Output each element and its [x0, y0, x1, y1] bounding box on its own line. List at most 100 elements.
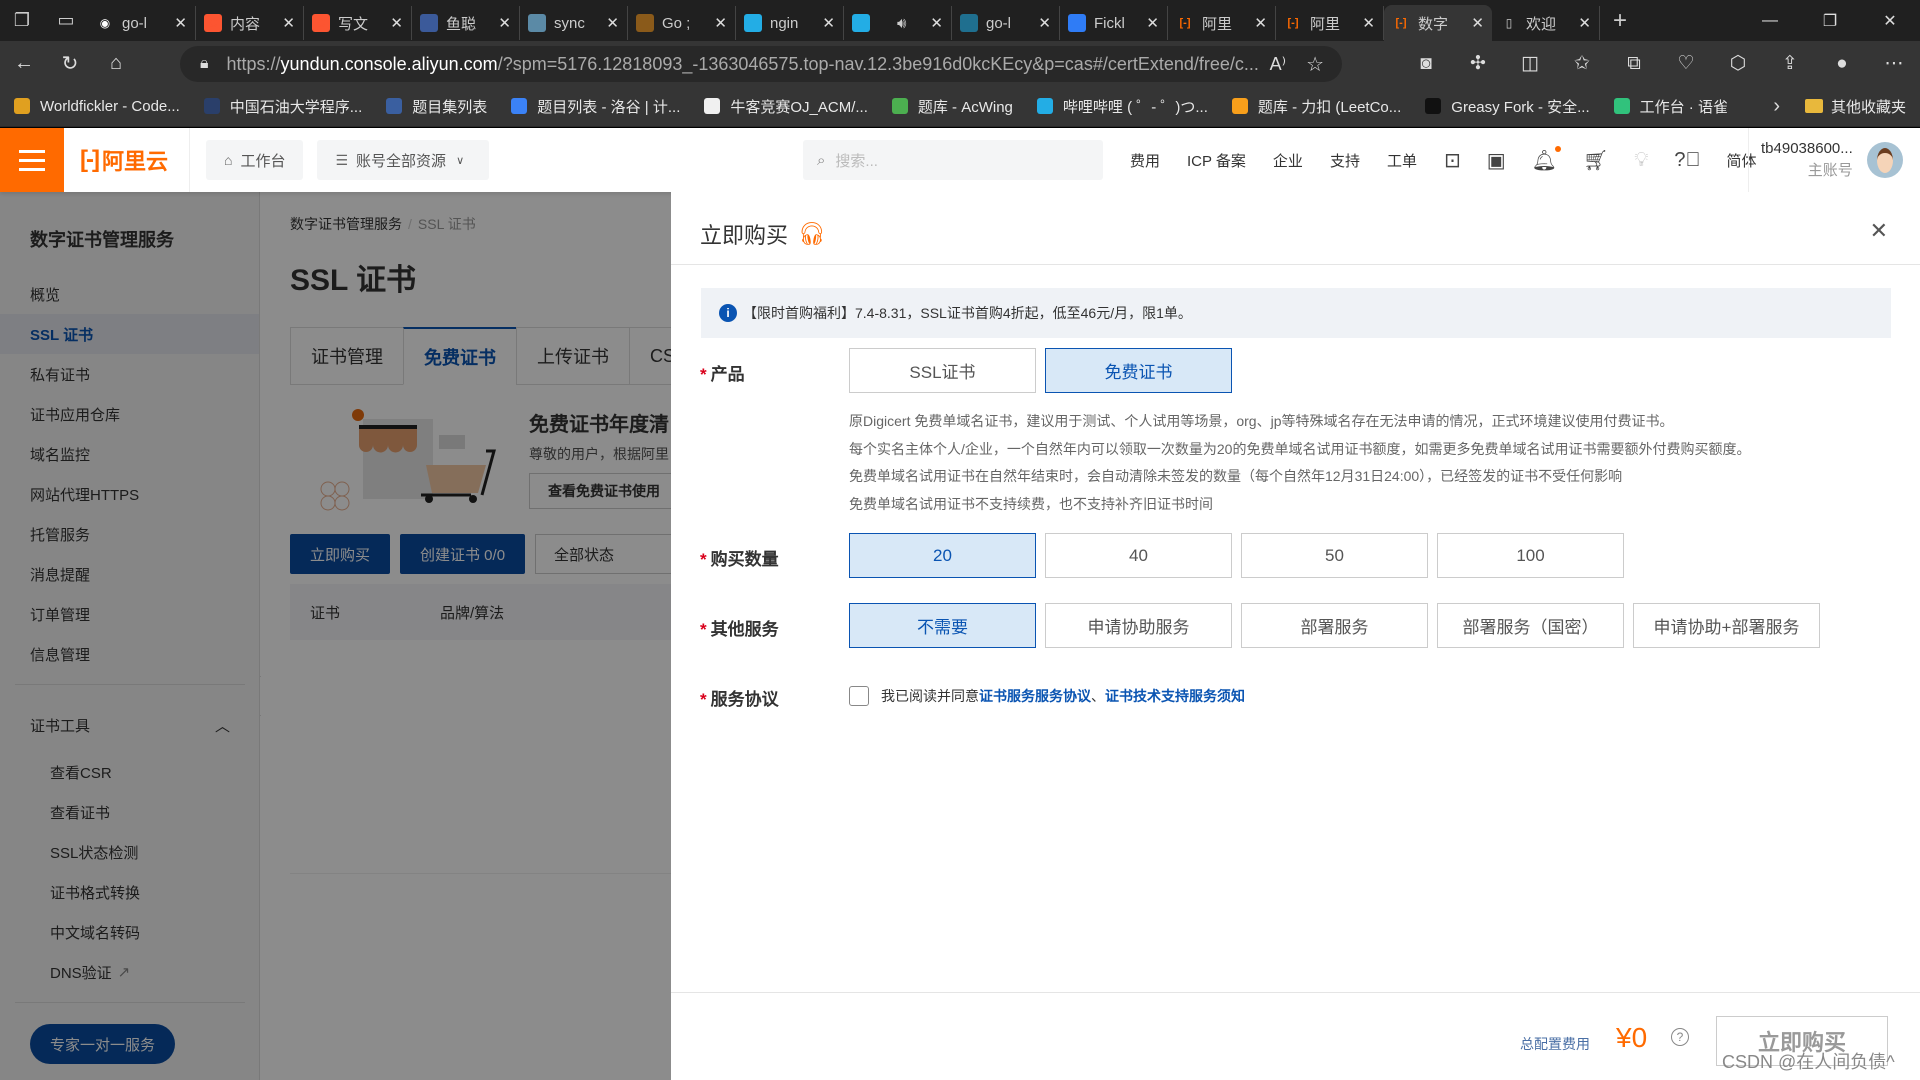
product-option[interactable]: 免费证书	[1045, 348, 1232, 393]
tab-close-icon[interactable]: ✕	[1362, 14, 1375, 32]
tab-close-icon[interactable]: ✕	[714, 14, 727, 32]
cert-service-agreement-link[interactable]: 证书服务服务协议	[979, 686, 1091, 706]
workbench-button[interactable]: ⌂ 工作台	[206, 140, 304, 180]
browser-tab[interactable]: [-] 数字 ✕	[1384, 5, 1492, 41]
headset-support-icon[interactable]: 🎧︎	[798, 221, 826, 247]
tab-close-icon[interactable]: ✕	[1578, 14, 1591, 32]
bookmark-item[interactable]: 题库 - 力扣 (LeetCo...	[1231, 96, 1401, 117]
bookmark-item[interactable]: 牛客竞赛OJ_ACM/...	[704, 96, 868, 117]
split-screen-icon[interactable]: ◫	[1504, 52, 1556, 75]
share-icon[interactable]: ⇪	[1764, 52, 1816, 75]
browser-tab[interactable]: C 写文 ✕	[304, 6, 412, 40]
browser-tab[interactable]: 🔊︎ ✕	[844, 6, 952, 40]
bookmark-item[interactable]: 中国石油大学程序...	[203, 96, 362, 117]
tab-close-icon[interactable]: ✕	[498, 14, 511, 32]
nav-icp[interactable]: ICP 备案	[1187, 150, 1246, 171]
nav-support[interactable]: 支持	[1330, 150, 1360, 171]
service-option[interactable]: 不需要	[849, 603, 1036, 648]
quantity-option[interactable]: 50	[1241, 533, 1428, 578]
service-option[interactable]: 部署服务（国密）	[1437, 603, 1624, 648]
service-option[interactable]: 部署服务	[1241, 603, 1428, 648]
watermark: CSDN @在人间负债^	[1722, 1052, 1895, 1072]
search-input[interactable]: ⌕ 搜索...	[803, 140, 1103, 180]
workspaces-icon[interactable]: ❐	[0, 0, 44, 41]
restore-button[interactable]: ❐	[1800, 0, 1860, 41]
tab-close-icon[interactable]: ✕	[1254, 14, 1267, 32]
nav-enterprise[interactable]: 企业	[1273, 150, 1303, 171]
bell-icon[interactable]: 🔔︎	[1532, 145, 1562, 173]
extensions-puzzle-icon[interactable]: ✣	[1452, 52, 1504, 75]
avatar[interactable]	[1866, 142, 1903, 178]
browser-tab[interactable]: sync ✕	[520, 6, 628, 40]
refresh-icon[interactable]: ↻	[48, 51, 92, 76]
tab-close-icon[interactable]: ✕	[1146, 14, 1159, 32]
resources-dropdown[interactable]: ☰ 账号全部资源 ∨	[317, 140, 490, 180]
tab-close-icon[interactable]: ✕	[174, 14, 187, 32]
favorites-icon[interactable]: ✩	[1556, 52, 1608, 75]
extension-icon[interactable]: ◙	[1400, 53, 1452, 75]
nav-tickets[interactable]: 工单	[1387, 150, 1417, 171]
browser-tab[interactable]: C 内容 ✕	[196, 6, 304, 40]
tab-close-icon[interactable]: ✕	[1038, 14, 1051, 32]
service-option[interactable]: 申请协助服务	[1045, 603, 1232, 648]
quantity-option[interactable]: 40	[1045, 533, 1232, 578]
bookmark-item[interactable]: 哔哩哔哩 ( ゜- ゜)つ...	[1036, 96, 1208, 117]
bookmark-item[interactable]: Greasy Fork - 安全...	[1425, 96, 1590, 117]
other-bookmarks[interactable]: 其他收藏夹	[1804, 96, 1906, 117]
bookmark-item[interactable]: 工作台 · 语雀	[1613, 96, 1728, 117]
minimize-button[interactable]: —	[1740, 0, 1800, 41]
browser-tab[interactable]: ngin ✕	[736, 6, 844, 40]
browser-tab[interactable]: ▯ 欢迎 ✕	[1492, 6, 1600, 40]
aliyun-logo[interactable]: [-] 阿里云	[80, 128, 190, 192]
tech-support-notice-link[interactable]: 证书技术支持服务须知	[1105, 686, 1245, 706]
nav-fees[interactable]: 费用	[1130, 150, 1160, 171]
service-option[interactable]: 申请协助+部署服务	[1633, 603, 1820, 648]
help-circle-icon[interactable]: ?	[1671, 1028, 1689, 1046]
bookmark-item[interactable]: Worldfickler - Code...	[14, 98, 180, 115]
bookmarks-overflow-chevron-icon[interactable]: ›	[1773, 95, 1780, 118]
help-icon[interactable]: ?⃝	[1674, 149, 1700, 172]
url-bar[interactable]: 🔒︎ https://yundun.console.aliyun.com/?sp…	[180, 46, 1342, 82]
terminal-icon[interactable]: ▣	[1487, 148, 1506, 173]
tab-close-icon[interactable]: ✕	[606, 14, 619, 32]
read-aloud-icon[interactable]: A⁾	[1270, 54, 1286, 75]
close-window-button[interactable]: ✕	[1860, 0, 1920, 41]
lightbulb-icon[interactable]: 💡︎	[1634, 149, 1648, 172]
browser-tab[interactable]: [-] 阿里 ✕	[1276, 6, 1384, 40]
tab-close-icon[interactable]: ✕	[930, 14, 943, 32]
security-icon[interactable]: ⬡	[1712, 52, 1764, 75]
home-icon[interactable]: ⌂	[94, 52, 138, 75]
browser-tab[interactable]: Go ; ✕	[628, 6, 736, 40]
tab-title: Go ;	[662, 14, 691, 32]
favorite-star-icon[interactable]: ☆	[1306, 52, 1324, 77]
browser-essentials-icon[interactable]: ♡	[1660, 52, 1712, 75]
tab-close-icon[interactable]: ✕	[390, 14, 403, 32]
agreement-checkbox[interactable]	[849, 686, 869, 706]
more-menu-icon[interactable]: ⋯	[1868, 52, 1920, 75]
browser-tab[interactable]: ◉ go-l ✕	[88, 6, 196, 40]
tab-close-icon[interactable]: ✕	[822, 14, 835, 32]
speaker-icon[interactable]: 🔊︎	[897, 15, 906, 32]
bookmark-item[interactable]: 题目集列表	[386, 96, 487, 117]
product-option[interactable]: SSL证书	[849, 348, 1036, 393]
bookmark-item[interactable]: 题目列表 - 洛谷 | 计...	[511, 96, 680, 117]
menu-hamburger-icon[interactable]	[0, 128, 64, 192]
browser-tab[interactable]: Fickl ✕	[1060, 6, 1168, 40]
cart-icon[interactable]: 🛒︎	[1583, 148, 1608, 173]
browser-tab[interactable]: go-l ✕	[952, 6, 1060, 40]
back-icon[interactable]: ←	[2, 52, 46, 75]
close-icon[interactable]: ✕	[1870, 218, 1888, 244]
quantity-option[interactable]: 20	[849, 533, 1036, 578]
account-menu[interactable]: tb49038600... 主账号	[1748, 128, 1903, 192]
tab-close-icon[interactable]: ✕	[282, 14, 295, 32]
collections-icon[interactable]: ⧉	[1608, 53, 1660, 75]
bookmark-item[interactable]: 题库 - AcWing	[891, 96, 1013, 117]
browser-tab[interactable]: [-] 阿里 ✕	[1168, 6, 1276, 40]
tab-actions-icon[interactable]: ▭	[44, 0, 88, 41]
profile-avatar-icon[interactable]: ●	[1816, 53, 1868, 75]
beian-icon[interactable]: ⊡	[1444, 148, 1461, 173]
browser-tab[interactable]: 鱼聪 ✕	[412, 6, 520, 40]
tab-close-icon[interactable]: ✕	[1471, 14, 1484, 32]
new-tab-button[interactable]: +	[1600, 7, 1640, 35]
quantity-option[interactable]: 100	[1437, 533, 1624, 578]
